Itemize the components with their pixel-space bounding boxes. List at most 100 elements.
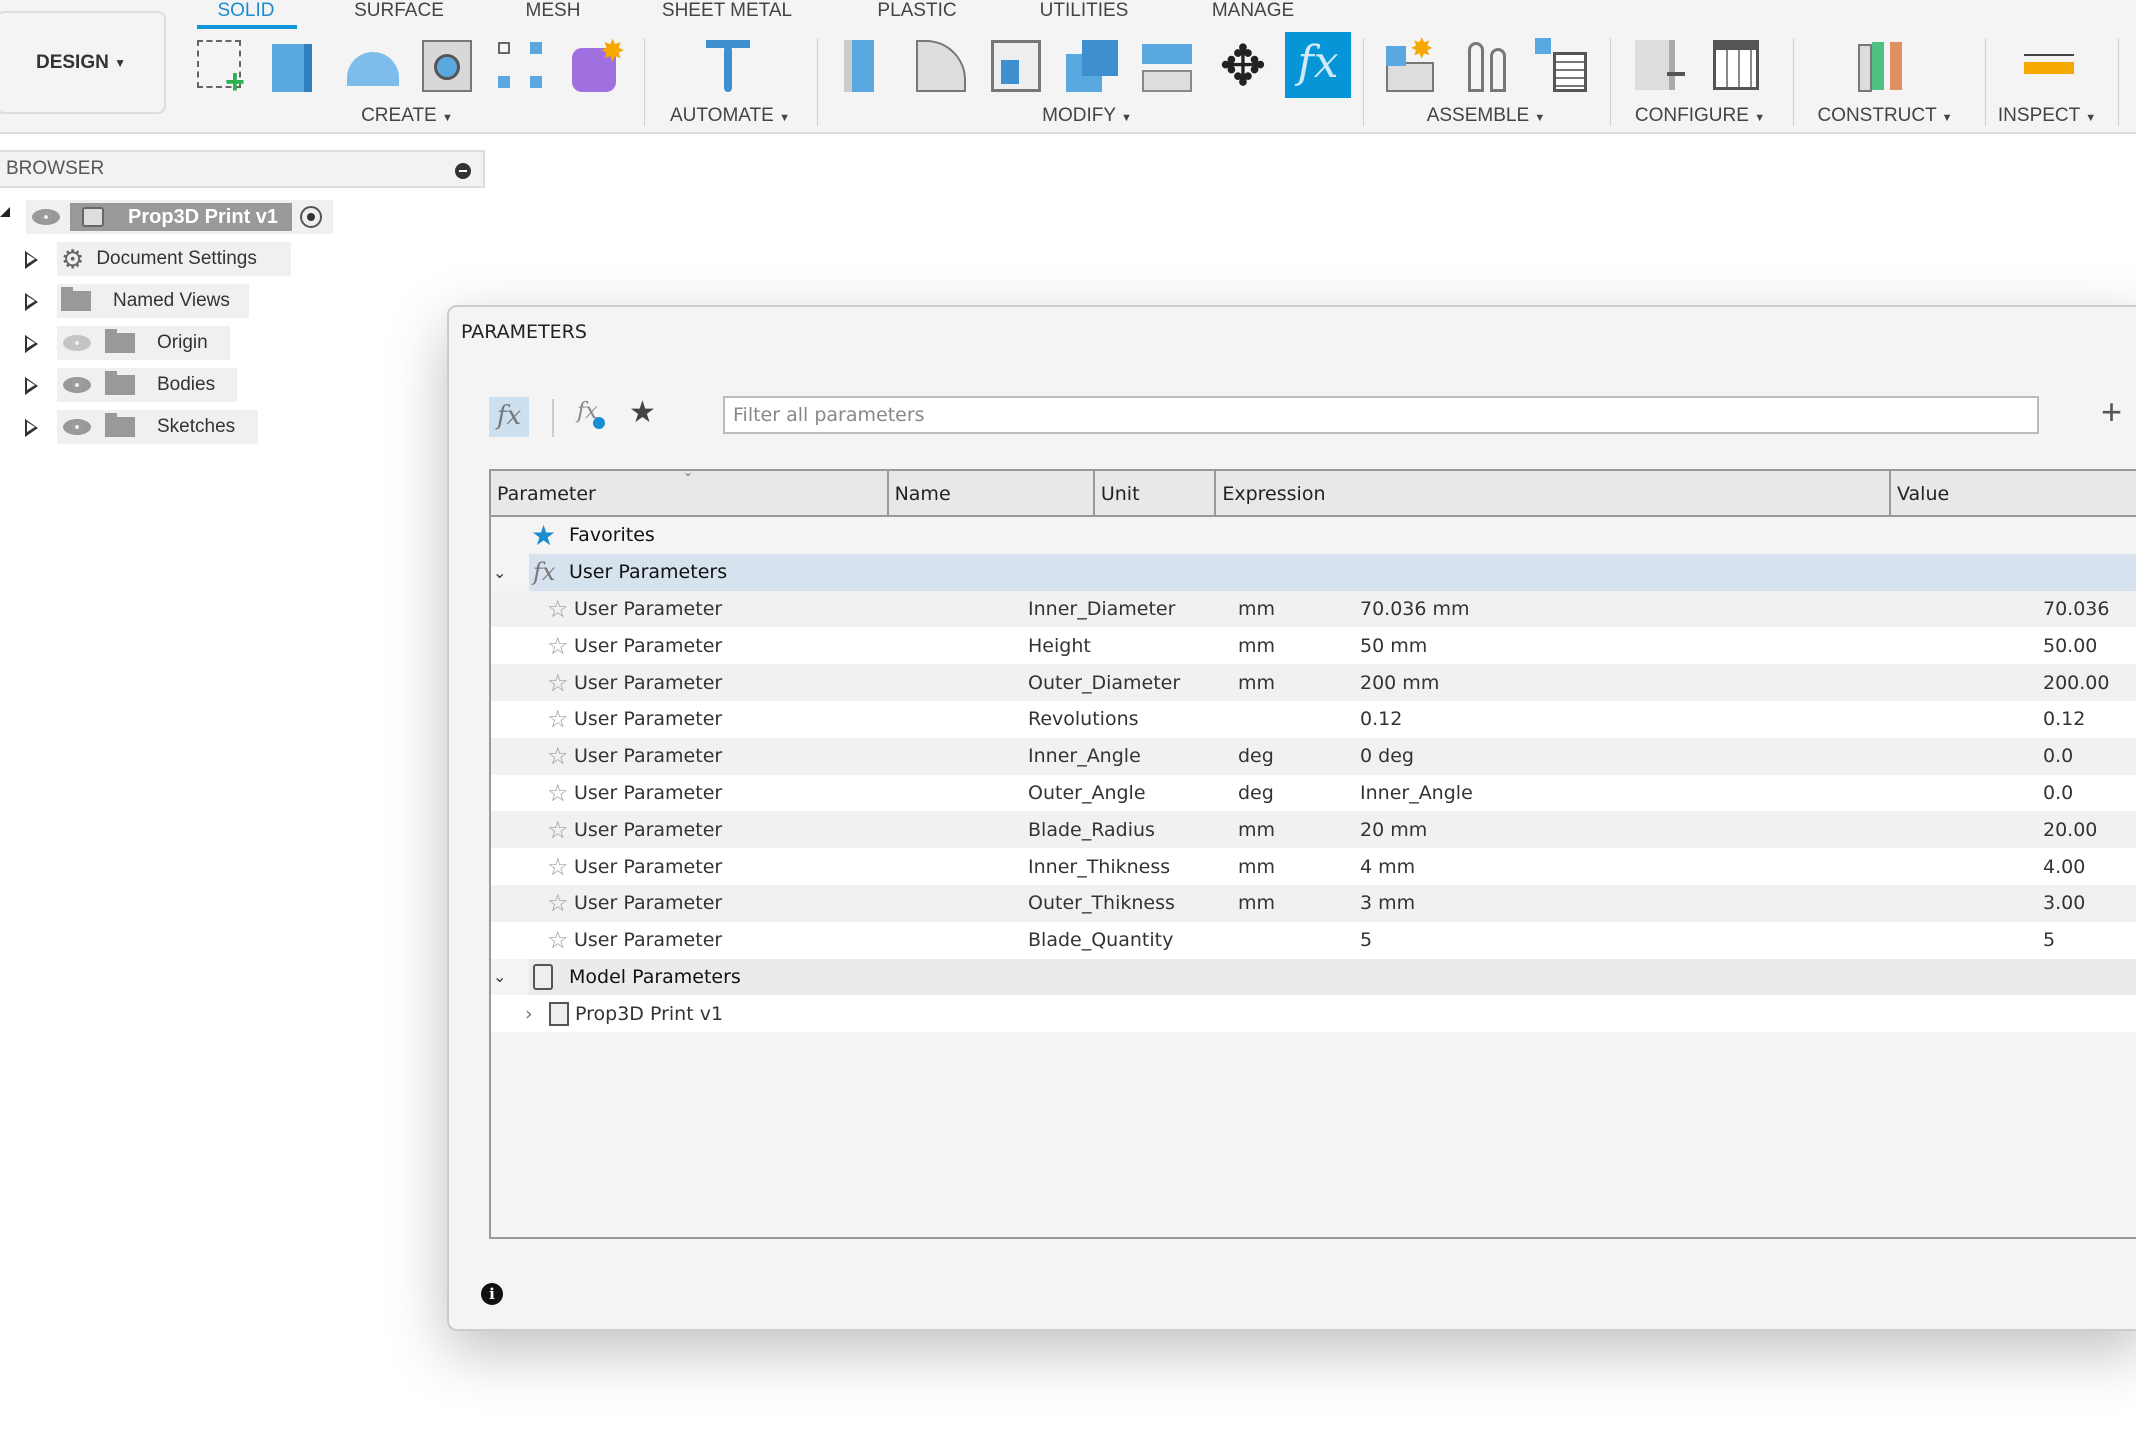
expression-cell[interactable]: 4 mm xyxy=(1360,856,1415,878)
tab-utilities[interactable]: UTILITIES xyxy=(1040,0,1129,22)
table-row[interactable]: ☆ User Parameter Inner_Angle deg 0 deg 0.0 xyxy=(491,737,2136,775)
expression-cell[interactable]: 3 mm xyxy=(1360,892,1415,914)
group-configure[interactable]: CONFIGURE ▼ xyxy=(1635,105,1765,127)
expression-cell[interactable]: Inner_Angle xyxy=(1360,782,1473,804)
column-header-value[interactable]: Value xyxy=(1891,471,2136,515)
eye-icon[interactable] xyxy=(32,209,60,225)
group-assemble[interactable]: ASSEMBLE ▼ xyxy=(1427,105,1546,127)
expression-cell[interactable]: 0.12 xyxy=(1360,708,1402,730)
configuration-table-icon[interactable] xyxy=(1711,38,1767,94)
collapse-triangle-icon[interactable] xyxy=(0,207,10,217)
star-outline-icon[interactable]: ☆ xyxy=(547,742,569,770)
chevron-right-icon[interactable]: › xyxy=(525,1003,533,1025)
expression-cell[interactable]: 20 mm xyxy=(1360,819,1427,841)
star-outline-icon[interactable]: ☆ xyxy=(547,669,569,697)
offset-face-icon[interactable] xyxy=(1140,38,1196,94)
chevron-down-icon[interactable]: ⌄ xyxy=(493,967,506,986)
chevron-down-icon: ▼ xyxy=(442,112,453,124)
all-parameters-fx-icon[interactable]: fx xyxy=(489,397,529,437)
eye-icon[interactable] xyxy=(63,419,91,435)
model-child-row[interactable]: › Prop3D Print v1 xyxy=(491,995,2136,1033)
sort-chevron-icon[interactable]: ⌄ xyxy=(683,471,693,479)
column-header-unit[interactable]: Unit xyxy=(1095,471,1217,515)
fillet-icon[interactable] xyxy=(914,38,970,94)
table-row[interactable]: ☆ User Parameter Outer_Thikness mm 3 mm 3.00 xyxy=(491,884,2136,922)
group-inspect[interactable]: INSPECT ▼ xyxy=(1998,105,2096,127)
filter-parameters-input[interactable] xyxy=(723,396,2039,434)
expression-cell[interactable]: 200 mm xyxy=(1360,672,1439,694)
extrude-icon[interactable] xyxy=(272,38,328,94)
star-outline-icon[interactable]: ☆ xyxy=(547,779,569,807)
change-parameters-icon[interactable]: fx xyxy=(1285,32,1351,98)
tab-surface[interactable]: SURFACE xyxy=(354,0,444,22)
user-parameters-filter-icon[interactable]: fx xyxy=(577,399,611,435)
form-icon[interactable]: ✸ xyxy=(570,35,626,94)
construct-plane-icon[interactable] xyxy=(1856,38,1912,94)
bill-of-materials-icon[interactable] xyxy=(1535,38,1591,94)
expand-icon[interactable] xyxy=(25,251,36,267)
star-outline-icon[interactable]: ☆ xyxy=(547,926,569,954)
combine-icon[interactable] xyxy=(1064,38,1120,94)
star-outline-icon[interactable]: ☆ xyxy=(547,705,569,733)
expression-cell[interactable]: 50 mm xyxy=(1360,635,1427,657)
star-outline-icon[interactable]: ☆ xyxy=(547,889,569,917)
activate-radio-icon[interactable] xyxy=(300,206,322,228)
expression-cell[interactable]: 5 xyxy=(1360,929,1372,951)
info-icon[interactable]: i xyxy=(481,1283,503,1305)
star-outline-icon[interactable]: ☆ xyxy=(547,595,569,623)
star-outline-icon[interactable]: ☆ xyxy=(547,816,569,844)
expand-icon[interactable] xyxy=(25,419,36,435)
press-pull-icon[interactable] xyxy=(840,38,896,94)
collapse-icon[interactable] xyxy=(455,163,471,179)
group-automate[interactable]: AUTOMATE ▼ xyxy=(670,105,790,127)
shell-icon[interactable] xyxy=(989,38,1045,94)
column-header-parameter[interactable]: Parameter ⌄ xyxy=(491,471,889,515)
table-row[interactable]: ☆ User Parameter Blade_Radius mm 20 mm 20.00 xyxy=(491,811,2136,849)
browser-root[interactable]: Prop3D Print v1 xyxy=(26,200,333,234)
group-construct[interactable]: CONSTRUCT ▼ xyxy=(1817,105,1952,127)
measure-icon[interactable] xyxy=(2022,38,2078,94)
tab-mesh[interactable]: MESH xyxy=(526,0,581,22)
configure-icon[interactable] xyxy=(1633,38,1689,94)
table-row[interactable]: ☆ User Parameter Inner_Thikness mm 4 mm 4.00 xyxy=(491,848,2136,885)
hole-icon[interactable] xyxy=(420,38,476,94)
group-modify[interactable]: MODIFY ▼ xyxy=(1042,105,1132,127)
revolve-icon[interactable] xyxy=(345,38,401,94)
table-row[interactable]: ☆ User Parameter Blade_Quantity 5 5 xyxy=(491,921,2136,959)
workspace-dropdown[interactable]: DESIGN ▼ xyxy=(0,11,166,114)
expand-icon[interactable] xyxy=(25,293,36,309)
favorites-filter-star-icon[interactable]: ★ xyxy=(629,395,656,430)
expression-cell[interactable]: 70.036 mm xyxy=(1360,598,1470,620)
star-outline-icon[interactable]: ☆ xyxy=(547,632,569,660)
create-sketch-icon[interactable]: + xyxy=(195,38,251,99)
table-row[interactable]: ☆ User Parameter Height mm 50 mm 50.00 xyxy=(491,627,2136,665)
add-parameter-plus-icon[interactable]: + xyxy=(2101,391,2122,433)
user-parameters-row[interactable]: ⌄ fx User Parameters xyxy=(493,553,2136,591)
move-icon[interactable]: ✥ xyxy=(1215,38,1271,94)
automate-icon[interactable] xyxy=(702,38,758,94)
chevron-down-icon[interactable]: ⌄ xyxy=(493,563,506,582)
eye-icon[interactable] xyxy=(63,377,91,393)
component-icon xyxy=(82,207,104,227)
expand-icon[interactable] xyxy=(25,335,36,351)
tab-plastic[interactable]: PLASTIC xyxy=(877,0,956,22)
new-component-icon[interactable]: ✸ xyxy=(1384,33,1440,94)
joint-icon[interactable] xyxy=(1462,38,1518,94)
pattern-icon[interactable] xyxy=(494,38,550,94)
tab-manage[interactable]: MANAGE xyxy=(1212,0,1294,22)
tab-sheet-metal[interactable]: SHEET METAL xyxy=(662,0,792,22)
table-row[interactable]: ☆ User Parameter Revolutions 0.12 0.12 xyxy=(491,700,2136,738)
group-create[interactable]: CREATE ▼ xyxy=(361,105,453,127)
table-row[interactable]: ☆ User Parameter Outer_Diameter mm 200 mm 200… xyxy=(491,664,2136,701)
column-header-name[interactable]: Name xyxy=(889,471,1095,515)
star-outline-icon[interactable]: ☆ xyxy=(547,853,569,881)
column-header-expression[interactable]: Expression xyxy=(1216,471,1892,515)
table-row[interactable]: ☆ User Parameter Outer_Angle deg Inner_Angle… xyxy=(491,774,2136,812)
model-parameters-row[interactable]: ⌄ Model Parameters xyxy=(493,958,2136,996)
tab-solid[interactable]: SOLID xyxy=(217,0,274,22)
eye-hidden-icon[interactable] xyxy=(63,335,91,351)
table-row[interactable]: ☆ User Parameter Inner_Diameter mm 70.036 mm… xyxy=(491,590,2136,628)
expand-icon[interactable] xyxy=(25,377,36,393)
expression-cell[interactable]: 0 deg xyxy=(1360,745,1414,767)
favorites-row[interactable]: ★ Favorites xyxy=(491,517,2136,554)
